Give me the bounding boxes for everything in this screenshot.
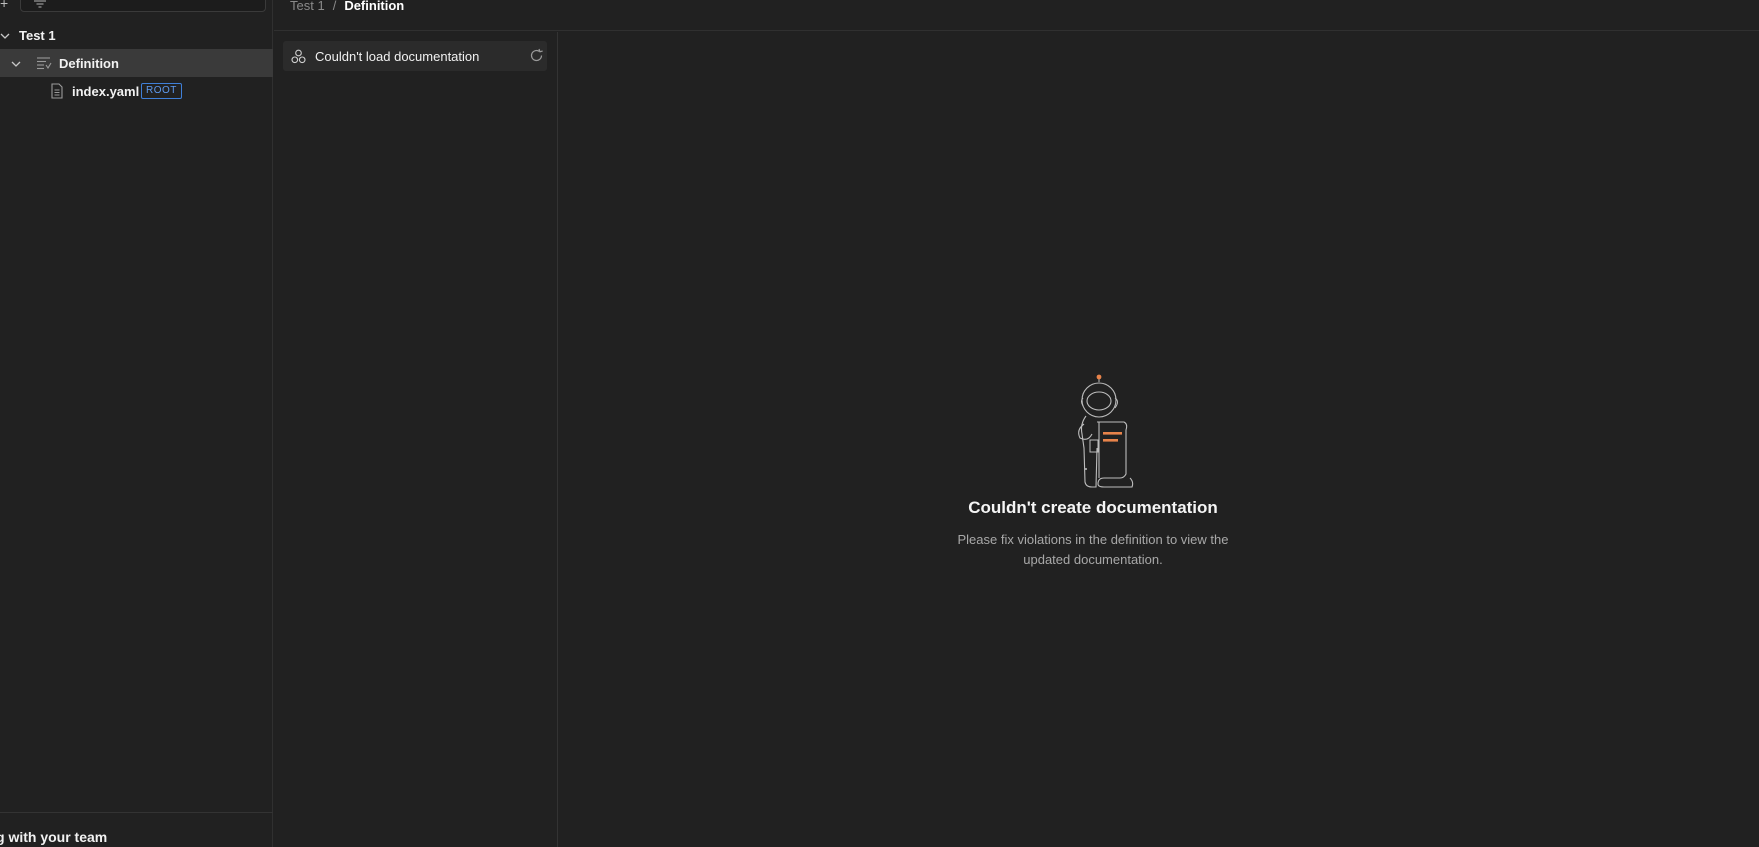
empty-state-title: Couldn't create documentation — [968, 498, 1218, 517]
root-badge: ROOT — [141, 83, 182, 99]
sidebar-footer: g with your team — [0, 812, 273, 847]
breadcrumb: Test 1 / Definition — [290, 0, 404, 13]
main-content: Couldn't create documentation Please fix… — [559, 32, 1759, 847]
footer-text[interactable]: g with your team — [0, 829, 107, 845]
header: Test 1 / Definition — [274, 0, 1759, 31]
refresh-icon[interactable] — [529, 48, 544, 63]
sidebar-toolbar: + — [0, 0, 273, 14]
plus-icon[interactable]: + — [0, 0, 12, 11]
breadcrumb-separator: / — [332, 0, 337, 13]
astronaut-illustration — [1078, 374, 1134, 488]
documentation-error-text: Couldn't load documentation — [315, 49, 480, 64]
tree-item-label: Definition — [59, 56, 119, 71]
chevron-down-icon[interactable] — [0, 31, 10, 41]
tree-item-label: Test 1 — [19, 28, 56, 43]
breadcrumb-parent[interactable]: Test 1 — [290, 0, 325, 13]
file-icon — [51, 83, 63, 99]
tree-item-label: index.yaml — [72, 84, 140, 99]
tree-item-definition[interactable]: Definition — [0, 49, 273, 77]
documentation-panel: Couldn't load documentation — [274, 32, 558, 847]
chevron-down-icon[interactable] — [11, 59, 21, 69]
breadcrumb-current: Definition — [344, 0, 405, 13]
tree-item-workspace[interactable]: Test 1 — [0, 21, 273, 49]
documentation-error-banner: Couldn't load documentation — [283, 41, 547, 71]
empty-state-description: Please fix violations in the definition … — [957, 532, 1229, 567]
filter-icon — [34, 0, 46, 8]
tree-item-file[interactable]: index.yaml ROOT — [0, 77, 273, 105]
definition-icon — [37, 57, 52, 70]
components-icon — [291, 49, 306, 64]
filter-input[interactable] — [20, 0, 266, 12]
sidebar: + Test 1 Definition index.yaml ROOT g wi… — [0, 0, 273, 847]
